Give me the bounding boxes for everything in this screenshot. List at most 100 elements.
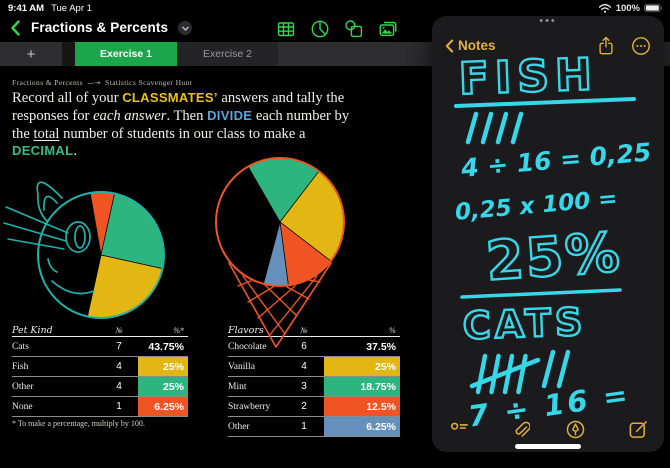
home-indicator[interactable] bbox=[515, 444, 581, 449]
share-icon bbox=[596, 36, 616, 56]
tally-stroke bbox=[544, 352, 553, 386]
tally-stroke bbox=[478, 356, 485, 392]
compose-button[interactable] bbox=[628, 419, 647, 438]
markup-pen-icon bbox=[566, 420, 585, 439]
chevron-left-icon bbox=[10, 19, 21, 37]
tally-marks-fish bbox=[468, 114, 521, 142]
row-label: Fish bbox=[12, 362, 100, 372]
pie-segment-chocolate bbox=[216, 167, 280, 284]
row-percent: 12.5% bbox=[324, 397, 400, 416]
worksheet-kicker: Fractions & Percents —→ Statistics Scave… bbox=[12, 78, 192, 87]
table-header-cell: № bbox=[284, 326, 324, 335]
table-header-row: Flavors№% bbox=[228, 324, 400, 337]
wifi-icon bbox=[598, 3, 612, 13]
worksheet-instructions: Record all of your CLASSMATES’ answers a… bbox=[12, 90, 350, 161]
status-bar: 9:41 AM Tue Apr 1 100% bbox=[0, 0, 670, 15]
insert-table-button[interactable] bbox=[275, 18, 296, 39]
paperclip-icon bbox=[511, 419, 530, 438]
row-count: 4 bbox=[100, 381, 138, 392]
table-header-cell: %* bbox=[138, 324, 188, 336]
pet-kind-table[interactable]: Pet Kind№%*Cats743.75%Fish425%Other425%N… bbox=[12, 324, 188, 417]
app-nav-bar: Fractions & Percents bbox=[0, 14, 432, 42]
insert-chart-button[interactable] bbox=[309, 18, 330, 39]
row-percent: 25% bbox=[138, 357, 188, 376]
row-label: Mint bbox=[228, 382, 284, 392]
more-options-button[interactable] bbox=[631, 36, 651, 56]
chevron-left-icon bbox=[445, 39, 454, 53]
tally-stroke bbox=[559, 352, 568, 386]
instruction-segment: each answer bbox=[93, 108, 166, 124]
handwriting-strokes bbox=[432, 16, 664, 452]
insert-media-button[interactable] bbox=[377, 18, 398, 39]
notes-back-label: Notes bbox=[458, 38, 496, 53]
notes-slide-over: ••• Notes FISH 4 ÷ 16 = 0,25 0,25 x 100 … bbox=[432, 16, 664, 452]
handwriting-equation-2: 0,25 x 100 = bbox=[454, 186, 619, 226]
pet-pie-chart[interactable] bbox=[38, 192, 164, 318]
attachment-button[interactable] bbox=[511, 419, 530, 438]
row-count: 4 bbox=[100, 361, 138, 372]
row-label: Strawberry bbox=[228, 402, 284, 412]
row-percent: 6.25% bbox=[138, 397, 188, 416]
pie-segment-other bbox=[263, 222, 288, 286]
handwriting-cats: CATS bbox=[462, 300, 587, 348]
insert-shape-button[interactable] bbox=[343, 18, 364, 39]
pie-segment-none bbox=[90, 192, 115, 255]
arrow-glyph: —→ bbox=[85, 79, 103, 87]
table-row: Strawberry212.5% bbox=[228, 397, 400, 417]
instruction-segment: CLASSMATES’ bbox=[122, 90, 218, 105]
pie-segment-vanilla bbox=[280, 171, 344, 261]
flavors-pie-chart[interactable] bbox=[216, 158, 344, 286]
table-header-row: Pet Kind№%* bbox=[12, 324, 188, 337]
window-drag-handle[interactable]: ••• bbox=[432, 16, 664, 26]
instruction-segment: . bbox=[73, 143, 77, 159]
table-row: Fish425% bbox=[12, 357, 188, 377]
battery-icon bbox=[644, 3, 663, 13]
pie-segment-strawberry bbox=[280, 222, 331, 286]
checklist-button[interactable] bbox=[450, 420, 469, 439]
table-icon bbox=[276, 19, 296, 39]
clock: 9:41 AM bbox=[8, 3, 44, 14]
tab-exercise-2[interactable]: Exercise 2 bbox=[177, 42, 278, 66]
document-title-menu-button[interactable] bbox=[178, 21, 192, 35]
table-header-cell: Pet Kind bbox=[12, 325, 100, 336]
table-row: None16.25% bbox=[12, 397, 188, 417]
cat-face-drawing bbox=[4, 182, 164, 318]
shapes-icon bbox=[344, 19, 364, 39]
ice-cream-cone-drawing bbox=[216, 158, 344, 347]
markup-button[interactable] bbox=[566, 420, 585, 439]
row-count: 2 bbox=[284, 401, 324, 412]
row-percent: 25% bbox=[138, 377, 188, 396]
tally-stroke bbox=[505, 356, 512, 392]
row-percent: 18.75% bbox=[324, 377, 400, 396]
tally-stroke bbox=[498, 114, 506, 142]
cats-overline bbox=[462, 290, 620, 297]
compose-icon bbox=[628, 419, 648, 439]
checklist-icon bbox=[450, 420, 469, 439]
document-title[interactable]: Fractions & Percents bbox=[31, 20, 168, 35]
row-label: Vanilla bbox=[228, 362, 284, 372]
row-label: Chocolate bbox=[228, 342, 284, 352]
table-row: Other425% bbox=[12, 377, 188, 397]
handwriting-25-percent: 25% bbox=[484, 221, 623, 293]
chevron-down-icon bbox=[180, 23, 191, 34]
instruction-segment: Record all of your bbox=[12, 90, 122, 106]
add-sheet-button[interactable]: + bbox=[0, 42, 62, 66]
table-row: Other16.25% bbox=[228, 417, 400, 437]
tab-exercise-1[interactable]: Exercise 1 bbox=[75, 42, 177, 66]
row-percent: 43.75% bbox=[138, 337, 188, 356]
ipad-screen: 9:41 AM Tue Apr 1 100% bbox=[0, 0, 670, 468]
notes-back-button[interactable]: Notes bbox=[445, 38, 496, 53]
row-label: Cats bbox=[12, 342, 100, 352]
row-percent: 6.25% bbox=[324, 417, 400, 436]
tally-marks-cats bbox=[472, 352, 568, 392]
pie-chart-icon bbox=[310, 19, 330, 39]
flavors-table[interactable]: Flavors№%Chocolate637.5%Vanilla425%Mint3… bbox=[228, 324, 400, 437]
instruction-segment: total bbox=[33, 126, 59, 142]
row-percent: 25% bbox=[324, 357, 400, 376]
table-row: Cats743.75% bbox=[12, 337, 188, 357]
pie-segment-other bbox=[101, 194, 164, 269]
table-header-cell: % bbox=[324, 324, 400, 336]
back-button[interactable] bbox=[10, 19, 24, 37]
share-button[interactable] bbox=[596, 36, 616, 56]
row-count: 3 bbox=[284, 381, 324, 392]
